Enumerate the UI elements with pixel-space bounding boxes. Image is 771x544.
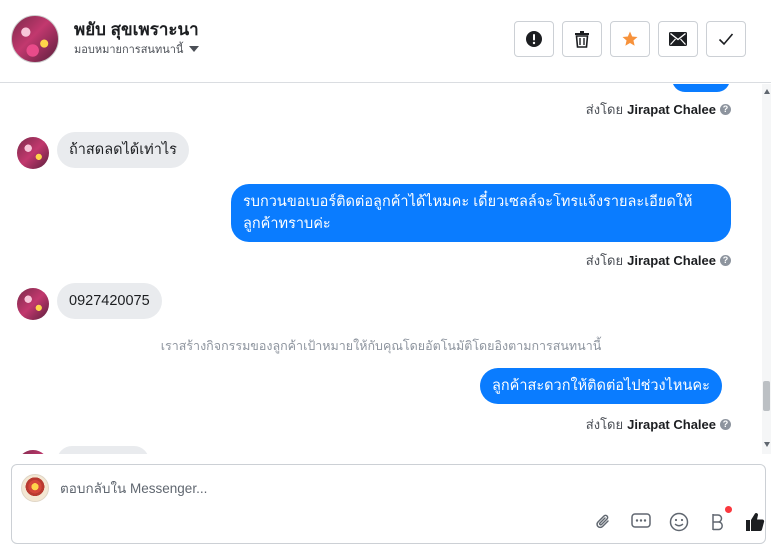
assign-label: มอบหมายการสนทนานี้ — [74, 44, 184, 56]
payment-icon — [712, 514, 723, 531]
sender-name: Jirapat Chalee — [627, 253, 716, 268]
message-bubble-outgoing: รบกวนขอเบอร์ติดต่อลูกค้าได้ไหมคะ เดี๋ยวเ… — [231, 184, 731, 242]
system-note: เราสร้างกิจกรรมของลูกค้าเป้าหมายให้กับคุ… — [160, 339, 602, 353]
star-button[interactable] — [610, 21, 650, 57]
alert-icon — [526, 31, 542, 47]
mark-spam-button[interactable] — [514, 21, 554, 57]
like-button[interactable] — [744, 511, 766, 533]
sent-by-label: ส่งโดย Jirapat Chalee ? — [586, 250, 731, 271]
star-icon — [622, 31, 638, 46]
saved-replies-icon — [631, 513, 651, 528]
attach-button[interactable] — [592, 511, 614, 533]
help-icon[interactable]: ? — [720, 419, 731, 430]
reply-composer — [11, 464, 766, 544]
conversation-header: พยับ สุขเพราะนา มอบหมายการสนทนานี้ — [0, 0, 771, 83]
message-bubble-outgoing-partial — [672, 84, 730, 92]
mark-done-button[interactable] — [706, 21, 746, 57]
contact-avatar[interactable] — [11, 15, 59, 63]
help-icon[interactable]: ? — [720, 104, 731, 115]
sent-by-label: ส่งโดย Jirapat Chalee ? — [586, 414, 731, 435]
like-icon — [746, 513, 765, 532]
contact-avatar-small — [17, 137, 49, 169]
delete-button[interactable] — [562, 21, 602, 57]
sender-name: Jirapat Chalee — [627, 102, 716, 117]
emoji-icon — [669, 512, 689, 532]
trash-icon — [575, 31, 589, 48]
header-actions — [514, 21, 746, 57]
scroll-up-arrow-icon[interactable] — [764, 89, 770, 94]
assign-conversation-dropdown[interactable]: มอบหมายการสนทนานี้ — [74, 40, 200, 58]
scrollbar-thumb[interactable] — [763, 381, 770, 411]
page-avatar — [21, 474, 49, 502]
message-list[interactable]: ส่งโดย Jirapat Chalee ? ถ้าสดลดได้เท่าไร… — [0, 84, 762, 454]
contact-avatar-small — [17, 288, 49, 320]
paperclip-icon — [596, 514, 609, 529]
contact-name[interactable]: พยับ สุขเพราะนา — [74, 16, 199, 43]
saved-replies-button[interactable] — [630, 511, 652, 533]
message-bubble-incoming: ถ้าสดลดได้เท่าไร — [57, 132, 189, 168]
message-bubble-outgoing: ลูกค้าสะดวกให้ติดต่อไปช่วงไหนคะ — [480, 368, 722, 404]
message-bubble-incoming-partial — [57, 446, 149, 454]
scroll-down-arrow-icon[interactable] — [764, 442, 770, 447]
sent-by-label: ส่งโดย Jirapat Chalee ? — [586, 99, 731, 120]
contact-avatar-small — [17, 450, 49, 454]
help-icon[interactable]: ? — [720, 255, 731, 266]
envelope-icon — [669, 32, 687, 46]
reply-input[interactable] — [60, 481, 660, 496]
composer-tools — [592, 506, 766, 533]
sender-name: Jirapat Chalee — [627, 417, 716, 432]
message-bubble-incoming: 0927420075 — [57, 283, 162, 319]
check-icon — [718, 33, 734, 46]
mark-unread-button[interactable] — [658, 21, 698, 57]
caret-down-icon — [189, 46, 200, 52]
emoji-button[interactable] — [668, 511, 690, 533]
notification-dot — [725, 506, 732, 513]
payment-button[interactable] — [706, 506, 732, 533]
